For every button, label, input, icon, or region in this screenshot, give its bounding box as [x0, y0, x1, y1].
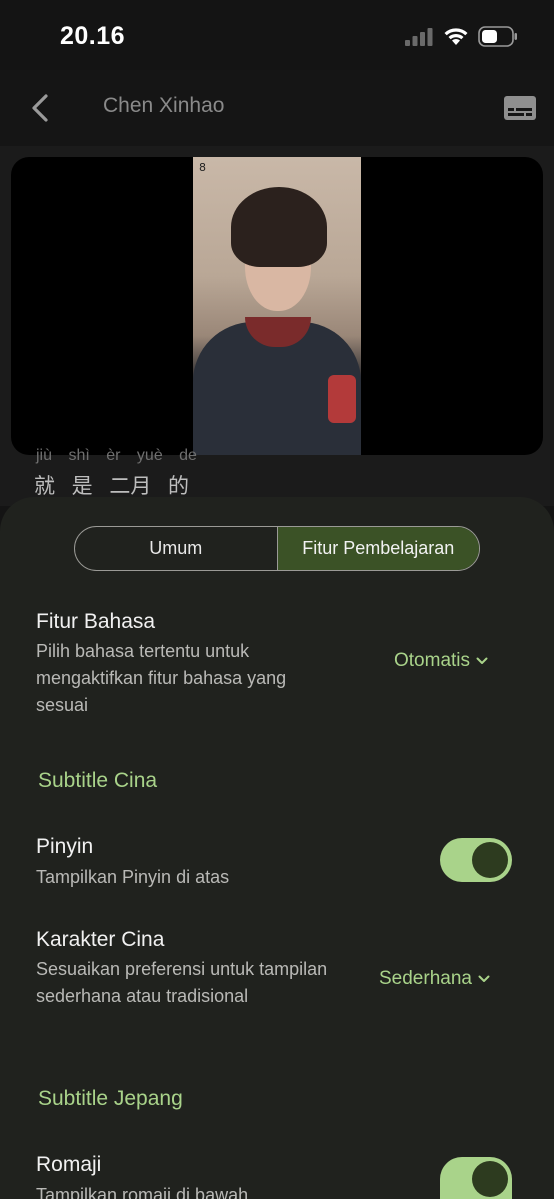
chevron-down-icon [476, 657, 488, 664]
pinyin-toggle[interactable] [440, 838, 512, 882]
cellular-signal-icon [405, 28, 433, 46]
back-arrow-icon[interactable] [28, 92, 52, 124]
chinese-characters-title: Karakter Cina [36, 928, 165, 951]
romaji-title: Romaji [36, 1153, 102, 1176]
chinese-characters-description: Sesuaikan preferensi untuk tampilan sede… [36, 959, 328, 1006]
app-header: Chen Xinhao [0, 70, 554, 146]
toggle-knob [472, 842, 508, 878]
chinese-characters-dropdown[interactable]: Sederhana [379, 968, 490, 990]
pinyin-description: Tampilkan Pinyin di atas [36, 867, 230, 887]
language-feature-dropdown[interactable]: Otomatis [394, 650, 488, 672]
wifi-icon [444, 28, 468, 45]
tab-learning-features[interactable]: Fitur Pembelajaran [276, 527, 479, 570]
chinese-characters-value: Sederhana [379, 968, 472, 989]
chevron-down-icon [478, 975, 490, 982]
video-player[interactable]: 8 [11, 157, 543, 455]
language-feature-title: Fitur Bahasa [36, 610, 156, 633]
section-title-chinese: Subtitle Cina [38, 769, 158, 792]
romaji-description: Tampilkan romaji di bawah [36, 1185, 249, 1199]
romaji-toggle[interactable] [440, 1157, 512, 1199]
video-watermark: 8 [199, 161, 206, 174]
language-feature-description: Pilih bahasa tertentu untuk mengaktifkan… [36, 641, 287, 715]
tab-general[interactable]: Umum [75, 527, 277, 570]
video-frame-image: 8 [193, 157, 361, 455]
section-title-japanese: Subtitle Jepang [38, 1087, 183, 1110]
status-bar: 20.16 [0, 0, 554, 70]
subtitles-icon[interactable] [504, 96, 536, 120]
pinyin-title: Pinyin [36, 835, 94, 858]
lyric-hanzi: 就 是 二月 的 [34, 474, 190, 498]
lyric-pinyin: jiù shì èr yuè de [36, 447, 197, 464]
patch-shape [328, 375, 356, 423]
battery-icon [478, 26, 517, 47]
settings-tabs: Umum Fitur Pembelajaran [74, 526, 480, 571]
page-title: Chen Xinhao [103, 94, 225, 117]
language-feature-value: Otomatis [394, 650, 471, 671]
hair-shape [231, 187, 327, 267]
status-time: 20.16 [60, 22, 126, 50]
toggle-knob [472, 1161, 508, 1197]
